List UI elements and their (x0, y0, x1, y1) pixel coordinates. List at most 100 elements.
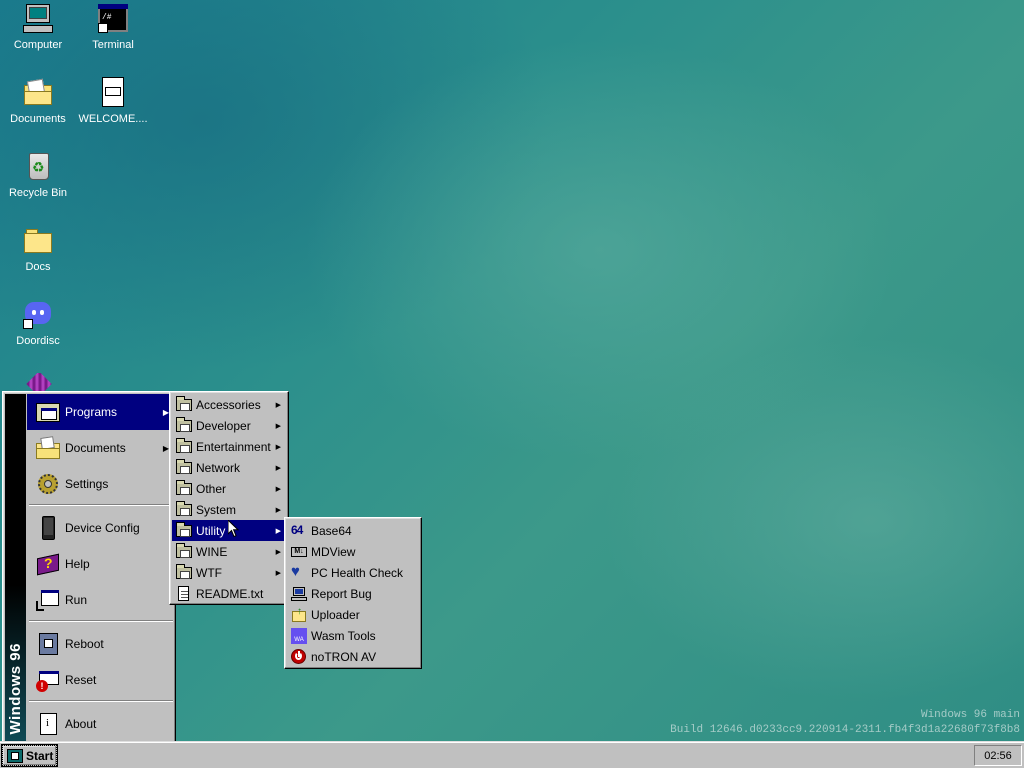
mouse-cursor-icon (228, 520, 240, 538)
programs-item-wine[interactable]: WINE ▶ (172, 541, 286, 562)
programs-item-network[interactable]: Network ▶ (172, 457, 286, 478)
desktop-icon-label: Doordisc (16, 335, 60, 347)
base64-icon: 64 (291, 522, 303, 537)
start-menu-separator (29, 620, 173, 622)
reboot-icon (35, 631, 61, 657)
desktop-icon-doordisc[interactable]: ↗ Doordisc (1, 299, 75, 348)
desktop-icon-docs[interactable]: Docs (1, 225, 75, 274)
programs-item-label: Utility (196, 523, 226, 538)
start-item-label: Settings (65, 477, 109, 491)
start-menu: Windows 96 Programs ▶ Documents ▶ Settin… (2, 391, 176, 744)
start-item-reboot[interactable]: Reboot (27, 626, 175, 662)
utility-item-base64[interactable]: 64 Base64 (287, 520, 419, 541)
programs-item-wtf[interactable]: WTF ▶ (172, 562, 286, 583)
chevron-right-icon: ▶ (275, 422, 281, 430)
programs-item-system[interactable]: System ▶ (172, 499, 286, 520)
chevron-right-icon: ▶ (275, 527, 281, 535)
utility-item-label: MDView (311, 544, 356, 559)
desktop-icon-label: Documents (10, 113, 66, 125)
start-menu-separator (29, 700, 173, 702)
run-icon (35, 587, 61, 613)
chevron-right-icon: ▶ (275, 548, 281, 556)
chevron-right-icon: ▶ (275, 464, 281, 472)
start-item-run[interactable]: Run (27, 582, 175, 618)
start-item-label: Run (65, 593, 88, 607)
desktop-icon-documents[interactable]: Documents (1, 77, 75, 126)
start-item-label: Reset (65, 673, 97, 687)
programs-item-label: Developer (196, 418, 251, 433)
wasm-icon: WA (291, 627, 307, 644)
heart-icon: ♥ (291, 562, 300, 580)
utility-item-mdview[interactable]: M↓ MDView (287, 541, 419, 562)
reset-icon: ! (35, 667, 61, 693)
programs-item-label: Accessories (196, 397, 261, 412)
program-group-folder-icon (176, 500, 192, 518)
utility-item-wasm-tools[interactable]: WA Wasm Tools (287, 625, 419, 646)
build-watermark: Windows 96 main Build 12646.d0233cc9.220… (640, 708, 1020, 738)
clock[interactable]: 02:56 (984, 750, 1012, 762)
desktop-icon-recycle-bin[interactable]: ♻ Recycle Bin (1, 151, 75, 200)
desktop-icon-label: Computer (13, 39, 63, 51)
recycle-bin-icon: ♻ (22, 151, 54, 183)
text-file-icon (176, 585, 192, 602)
utility-item-report-bug[interactable]: Report Bug (287, 583, 419, 604)
terminal-icon: /# ↗ (97, 3, 129, 35)
start-item-label: Reboot (65, 637, 104, 651)
programs-item-accessories[interactable]: Accessories ▶ (172, 394, 286, 415)
programs-item-entertainment[interactable]: Entertainment ▶ (172, 436, 286, 457)
utility-item-pc-health-check[interactable]: ♥ PC Health Check (287, 562, 419, 583)
start-item-reset[interactable]: ! Reset (27, 662, 175, 698)
programs-item-readme[interactable]: README.txt (172, 583, 286, 604)
program-group-folder-icon (176, 437, 192, 455)
program-group-folder-icon (176, 521, 192, 539)
start-item-about[interactable]: i About (27, 706, 175, 742)
markdown-file-icon: M↓ (97, 77, 129, 109)
utility-submenu: 64 Base64 M↓ MDView ♥ PC Health Check Re… (284, 517, 422, 669)
settings-icon (35, 471, 61, 497)
chevron-right-icon: ▶ (275, 443, 281, 451)
folder-icon (22, 225, 54, 257)
report-bug-icon (291, 586, 307, 602)
utility-item-label: Base64 (311, 523, 352, 538)
utility-item-label: Report Bug (311, 586, 372, 601)
program-group-folder-icon (176, 542, 192, 560)
desktop-icon-computer[interactable]: Computer (1, 3, 75, 52)
uploader-icon: ↑ (291, 606, 307, 623)
desktop-icon-label: Recycle Bin (8, 187, 68, 199)
program-group-folder-icon (176, 458, 192, 476)
start-item-programs[interactable]: Programs ▶ (27, 394, 175, 430)
documents-icon (35, 435, 61, 461)
desktop-icon-label: WELCOME.... (78, 113, 148, 125)
desktop-icon-welcome[interactable]: M↓ WELCOME.... (76, 77, 150, 126)
taskbar: Start 02:56 (0, 741, 1024, 768)
cube-icon (22, 373, 54, 391)
desktop-icon-hidden[interactable] (1, 373, 75, 391)
desktop-icon-label: Docs (25, 261, 51, 273)
start-item-label: Help (65, 557, 90, 571)
help-book-icon: ? (35, 551, 61, 577)
utility-item-notron-av[interactable]: noTRON AV (287, 646, 419, 667)
programs-submenu: Accessories ▶ Developer ▶ Entertainment … (169, 391, 289, 605)
about-icon: i (35, 711, 61, 737)
program-group-folder-icon (176, 416, 192, 434)
programs-item-other[interactable]: Other ▶ (172, 478, 286, 499)
start-item-settings[interactable]: Settings (27, 466, 175, 502)
documents-folder-icon (22, 77, 54, 109)
computer-icon (22, 3, 54, 35)
system-tray: 02:56 (974, 745, 1022, 766)
start-item-help[interactable]: ? Help (27, 546, 175, 582)
start-menu-banner: Windows 96 (5, 394, 26, 741)
start-button-label: Start (26, 748, 54, 763)
programs-item-label: Other (196, 481, 227, 496)
start-item-label: Documents (65, 441, 126, 455)
desktop-icon-terminal[interactable]: /# ↗ Terminal (76, 3, 150, 52)
chevron-right-icon: ▶ (275, 401, 281, 409)
start-button[interactable]: Start (1, 744, 58, 767)
programs-item-label: System (196, 502, 237, 517)
start-item-documents[interactable]: Documents ▶ (27, 430, 175, 466)
utility-item-uploader[interactable]: ↑ Uploader (287, 604, 419, 625)
start-item-label: Programs (65, 405, 118, 419)
programs-item-developer[interactable]: Developer ▶ (172, 415, 286, 436)
start-menu-banner-text: Windows 96 (7, 643, 24, 735)
start-item-device-config[interactable]: Device Config (27, 510, 175, 546)
